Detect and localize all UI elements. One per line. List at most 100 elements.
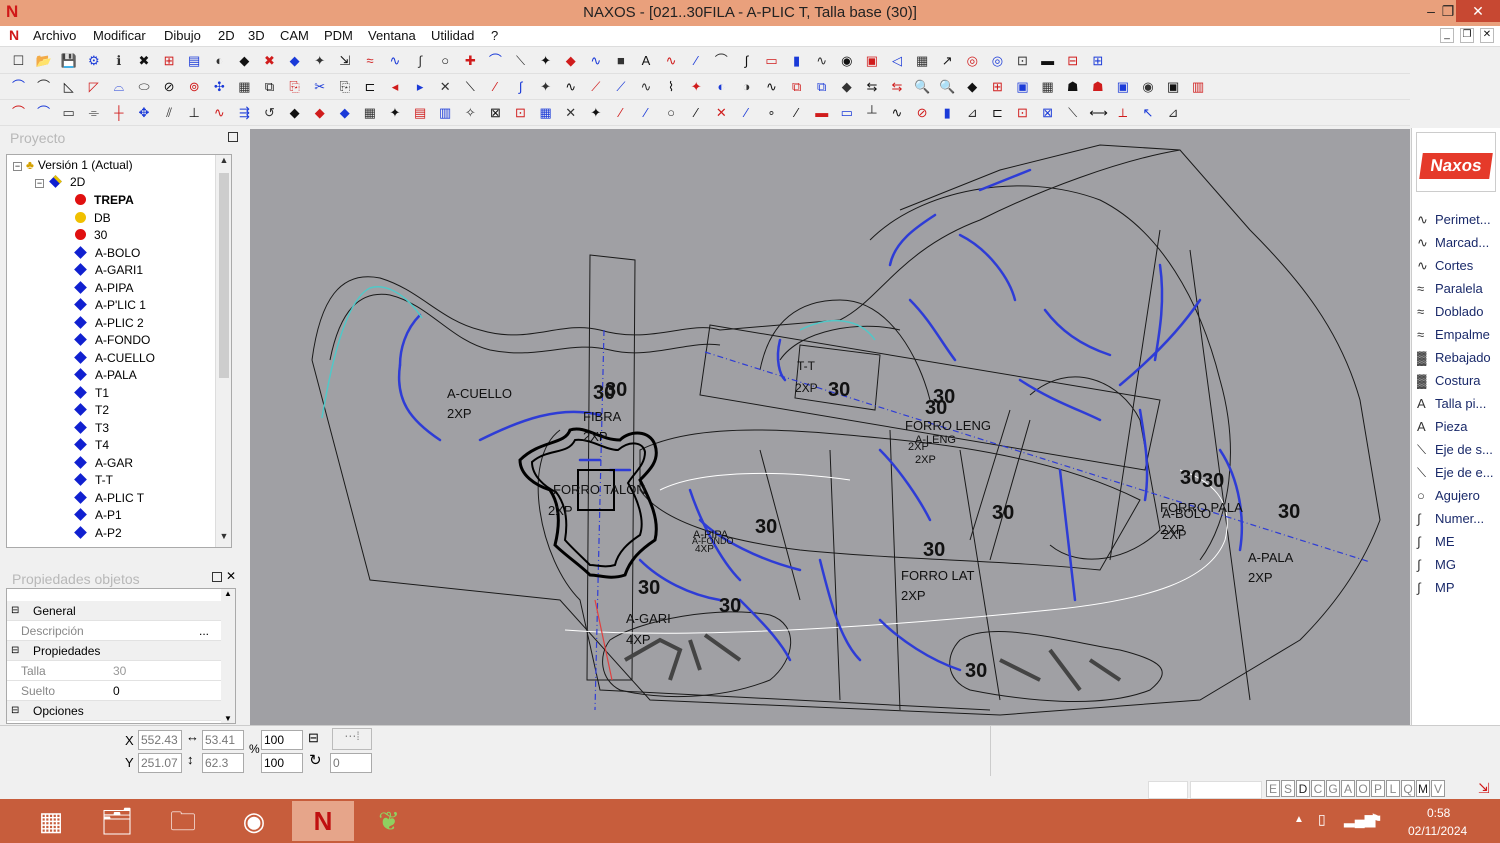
toolbar-button-icon[interactable]: ⟍	[1064, 104, 1081, 121]
toolbar-button-icon[interactable]: ⊚	[186, 78, 203, 95]
tool-eje-de-s[interactable]: ⟍ Eje de s...	[1417, 442, 1493, 458]
toolbar-button-icon[interactable]: ⊡	[512, 104, 529, 121]
layer-item[interactable]: T4	[74, 437, 109, 454]
toolbar-button-icon[interactable]: ⁄	[688, 104, 705, 121]
layer-item[interactable]: A-CUELLO	[74, 350, 155, 367]
toolbar-button-icon[interactable]: ◁	[889, 52, 906, 69]
toolbar-button-icon[interactable]: ∿	[763, 78, 780, 95]
chrome-icon[interactable]: ◉	[223, 801, 285, 841]
layer-item[interactable]: A-P1	[74, 507, 122, 524]
power-icon[interactable]: ▯	[1318, 811, 1326, 828]
tree-folder-2d[interactable]: −2D	[35, 174, 85, 191]
tool-doblado[interactable]: ≈ Doblado	[1417, 304, 1483, 319]
snap-toggle-o[interactable]: O	[1356, 780, 1370, 797]
layer-item[interactable]: A-GARI1	[74, 262, 143, 279]
naxos-taskbar-icon[interactable]: N	[292, 801, 354, 841]
toolbar-button-icon[interactable]: ⧉	[261, 78, 278, 95]
toolbar-button-icon[interactable]: ∫	[412, 52, 429, 69]
toolbar-button-icon[interactable]: ▣	[1114, 78, 1131, 95]
toolbar-button-icon[interactable]: ∿	[562, 78, 579, 95]
toolbar-button-icon[interactable]: ⊘	[914, 104, 931, 121]
explorer-app-icon[interactable]: 🗂	[86, 801, 148, 841]
flag-icon[interactable]: ⚑	[1370, 811, 1383, 828]
toolbar-button-icon[interactable]: ◺	[60, 78, 77, 95]
toolbar-button-icon[interactable]: ⊏	[361, 78, 378, 95]
panel-close-icon[interactable]: ✕	[226, 569, 236, 583]
toolbar-button-icon[interactable]: ∿	[813, 52, 830, 69]
toolbar-button-icon[interactable]: ▣	[1014, 78, 1031, 95]
toolbar-button-icon[interactable]: ▤	[412, 104, 429, 121]
toolbar-button-icon[interactable]: ↖	[1140, 104, 1157, 121]
toolbar-button-icon[interactable]: ▭	[838, 104, 855, 121]
toolbar-button-icon[interactable]: ✚	[462, 52, 479, 69]
toolbar-button-icon[interactable]: ▣	[1165, 78, 1182, 95]
toolbar-button-icon[interactable]: ∿	[387, 52, 404, 69]
toolbar-button-icon[interactable]: ⊞	[1089, 52, 1106, 69]
layer-item[interactable]: DB	[75, 210, 111, 227]
menu-2d[interactable]: 2D	[218, 28, 235, 43]
toolbar-button-icon[interactable]: ◆	[336, 104, 353, 121]
toolbar-button-icon[interactable]: ⁄	[487, 78, 504, 95]
toolbar-button-icon[interactable]: ○	[437, 52, 454, 69]
toolbar-button-icon[interactable]: ⟍	[512, 52, 529, 69]
toolbar-button-icon[interactable]: ⊘	[161, 78, 178, 95]
toolbar-button-icon[interactable]: ⁄	[638, 104, 655, 121]
tool-empalme[interactable]: ≈ Empalme	[1417, 327, 1490, 342]
menu-modificar[interactable]: Modificar	[93, 28, 146, 43]
toolbar-button-icon[interactable]: ⟷	[1089, 104, 1108, 121]
group-opciones[interactable]: ⊟ Opciones	[7, 701, 221, 721]
toolbar-button-icon[interactable]: ∫	[738, 52, 755, 69]
prop-suelto[interactable]: Suelto 0	[7, 681, 221, 701]
snap-toggle-c[interactable]: C	[1311, 780, 1325, 797]
toolbar-button-icon[interactable]: ⬭	[136, 78, 153, 95]
toolbar-button-icon[interactable]: ⇆	[863, 78, 880, 95]
toolbar-button-icon[interactable]: ⇶	[236, 104, 253, 121]
toolbar-button-icon[interactable]: ⌒	[35, 78, 52, 95]
toolbar-button-icon[interactable]: ┼	[110, 104, 127, 121]
toolbar-button-icon[interactable]: ✕	[437, 78, 454, 95]
group-propiedades[interactable]: ⊟ Propiedades	[7, 641, 221, 661]
snap-toggle-d[interactable]: D	[1296, 780, 1310, 797]
toolbar-button-icon[interactable]: ▭	[60, 104, 77, 121]
toolbar-button-icon[interactable]: ◆	[286, 52, 303, 69]
toolbar-button-icon[interactable]: ■	[612, 52, 629, 69]
toolbar-button-icon[interactable]: ◐	[211, 52, 228, 69]
toolbar-button-icon[interactable]: ⌒	[10, 104, 27, 121]
collapse-icon[interactable]: −	[35, 179, 44, 188]
props-scrollbar[interactable]: ▲ ▼	[221, 589, 235, 723]
menu-ventana[interactable]: Ventana	[368, 28, 416, 43]
calculator-icon[interactable]: ▦	[20, 801, 82, 841]
tool-mp[interactable]: ∫ MP	[1417, 580, 1455, 595]
toolbar-button-icon[interactable]: ▦	[361, 104, 378, 121]
toolbar-button-icon[interactable]: ⎘	[286, 78, 303, 95]
layer-item[interactable]: TREPA	[75, 192, 134, 209]
toolbar-button-icon[interactable]: ◎	[964, 52, 981, 69]
menu-archivo[interactable]: Archivo	[33, 28, 76, 43]
toolbar-button-icon[interactable]: ⊿	[964, 104, 981, 121]
toolbar-button-icon[interactable]: ▣	[863, 52, 880, 69]
layer-item[interactable]: A-PALA	[74, 367, 137, 384]
leaf-app-icon[interactable]: ❦	[358, 801, 420, 841]
scale-x-field[interactable]: 100	[261, 730, 303, 750]
clock-date[interactable]: 02/11/2024	[1408, 824, 1467, 838]
toolbar-button-icon[interactable]: ◉	[1140, 78, 1157, 95]
toolbar-button-icon[interactable]: ∿	[889, 104, 906, 121]
toolbar-button-icon[interactable]: 🔍	[914, 78, 931, 95]
tool-numer[interactable]: ∫ Numer...	[1417, 511, 1484, 526]
rotation-field[interactable]: 0	[330, 753, 372, 773]
toolbar-button-icon[interactable]: ✦	[311, 52, 328, 69]
project-tree[interactable]: − ♣ Versión 1 (Actual) −2D TREPA DB 30 A-BOLO…	[6, 154, 232, 548]
layer-item[interactable]: T1	[74, 385, 109, 402]
width-field[interactable]: 53.41	[202, 730, 244, 750]
layer-item[interactable]: A-BOLO	[74, 245, 140, 262]
panel-pin-icon[interactable]	[228, 132, 238, 142]
toolbar-button-icon[interactable]: ✦	[537, 78, 554, 95]
toolbar-button-icon[interactable]: ▭	[763, 52, 780, 69]
toolbar-button-icon[interactable]: ⇆	[889, 78, 906, 95]
drawing-canvas[interactable]: A-CUELLO 2XP 30 30 FIBRA 2XP FORRO TALON 2XP T-T…	[250, 129, 1410, 725]
toolbar-button-icon[interactable]: ☗	[1064, 78, 1081, 95]
toolbar-button-icon[interactable]: ◸	[85, 78, 102, 95]
toolbar-button-icon[interactable]: ✦	[587, 104, 604, 121]
toolbar-button-icon[interactable]: ⌒	[713, 52, 730, 69]
mdi-close-button[interactable]: ✕	[1480, 28, 1494, 43]
